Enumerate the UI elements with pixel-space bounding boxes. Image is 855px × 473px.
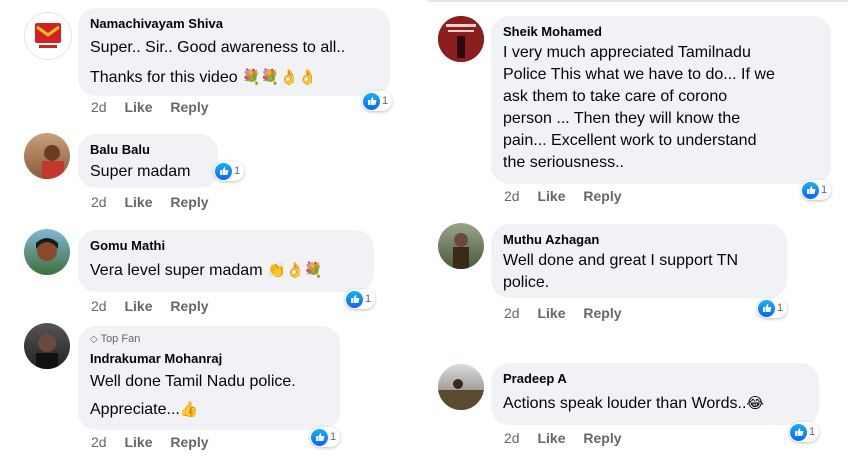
avatar[interactable] <box>438 16 484 62</box>
comment-time[interactable]: 2d <box>91 194 107 210</box>
person-photo-icon <box>36 334 58 369</box>
like-button[interactable]: Like <box>537 305 565 321</box>
like-button[interactable]: Like <box>124 434 152 450</box>
avatar[interactable] <box>24 12 72 60</box>
comment-bubble: Namachivayam Shiva Super.. Sir.. Good aw… <box>78 8 390 96</box>
comment-text-line: person ... Then they will know the <box>503 110 741 127</box>
like-button[interactable]: Like <box>124 99 152 115</box>
comment-text: Vera level super madam 👏👌💐 <box>90 261 324 279</box>
comment-text-line: Super.. Sir.. Good awareness to all.. <box>90 39 346 56</box>
comment-text-line: Thanks for this video 💐💐👌👌 <box>90 68 317 86</box>
bouquet-icon: 💐 <box>260 68 280 86</box>
like-reaction-icon <box>802 181 819 199</box>
india-post-logo-icon <box>35 23 61 48</box>
comment-time[interactable]: 2d <box>504 305 520 321</box>
comment-text-line: police. <box>503 274 550 291</box>
like-reaction-icon <box>790 423 807 441</box>
comment-bubble: ◇ Top Fan Indrakumar Mohanraj Well done … <box>78 326 340 430</box>
comment-text-line: ask them to take care of corono <box>503 88 728 105</box>
person-photo-icon <box>453 233 469 269</box>
commenter-name[interactable]: Pradeep A <box>503 370 807 387</box>
comment-text-line: Well done Tamil Nadu police. <box>90 373 296 390</box>
comment-bubble: Balu Balu Super madam <box>78 134 218 188</box>
thumbs-up-icon: 👍 <box>179 400 199 418</box>
comment-bubble: Pradeep A Actions speak louder than Word… <box>491 363 819 425</box>
person-photo-icon <box>36 238 58 261</box>
like-reaction-icon <box>346 290 363 308</box>
comment-actions: 2d Like Reply <box>91 298 223 314</box>
comment-actions: 2d Like Reply <box>91 194 223 210</box>
like-reaction-icon <box>363 92 380 110</box>
comment-bubble: Muthu Azhagan Well done and great I supp… <box>491 224 787 298</box>
avatar[interactable] <box>438 223 484 269</box>
comment-time[interactable]: 2d <box>91 434 107 450</box>
commenter-name[interactable]: Indrakumar Mohanraj <box>90 350 328 367</box>
reaction-count[interactable]: 1 <box>345 289 376 309</box>
diamond-icon: ◇ <box>90 334 98 345</box>
avatar[interactable] <box>24 133 70 179</box>
ok-hand-icon: 👌 <box>285 261 305 279</box>
person-photo-icon <box>438 379 484 410</box>
avatar[interactable] <box>24 323 70 369</box>
commenter-name[interactable]: Namachivayam Shiva <box>90 15 378 32</box>
reaction-count[interactable]: 1 <box>801 180 832 200</box>
like-reaction-icon <box>758 299 775 317</box>
commenter-name[interactable]: Balu Balu <box>90 141 206 158</box>
clapping-hands-icon: 👏 <box>266 261 286 279</box>
ok-hand-icon: 👌 <box>279 68 299 86</box>
top-fan-badge: ◇ Top Fan <box>90 333 141 345</box>
bouquet-icon: 💐 <box>242 68 261 86</box>
commenter-name[interactable]: Gomu Mathi <box>90 237 362 254</box>
bouquet-icon: 💐 <box>304 261 324 279</box>
reply-button[interactable]: Reply <box>583 188 621 204</box>
reaction-count[interactable]: 1 <box>310 427 341 447</box>
comment-text-line: I very much appreciated Tamilnadu <box>503 44 751 61</box>
comment-actions: 2d Like Reply <box>504 188 636 204</box>
comment-bubble: Sheik Mohamed I very much appreciated Ta… <box>491 16 831 184</box>
comment-text: Actions speak louder than Words..😂 <box>503 394 764 412</box>
like-button[interactable]: Like <box>124 194 152 210</box>
avatar[interactable] <box>438 364 484 410</box>
comment-time[interactable]: 2d <box>91 298 107 314</box>
reply-button[interactable]: Reply <box>170 298 208 314</box>
reply-button[interactable]: Reply <box>583 305 621 321</box>
reaction-count[interactable]: 1 <box>214 161 245 181</box>
top-divider <box>428 0 848 2</box>
reply-button[interactable]: Reply <box>170 194 208 210</box>
person-photo-icon <box>42 145 64 179</box>
reaction-count[interactable]: 1 <box>757 298 788 318</box>
like-button[interactable]: Like <box>124 298 152 314</box>
laughing-tears-icon: 😂 <box>746 394 764 412</box>
reply-button[interactable]: Reply <box>170 99 208 115</box>
like-reaction-icon <box>311 428 328 446</box>
avatar[interactable] <box>24 229 70 275</box>
comment-text-line: Appreciate...👍 <box>90 400 199 418</box>
reaction-count[interactable]: 1 <box>789 422 820 442</box>
comment-time[interactable]: 2d <box>91 99 107 115</box>
reply-button[interactable]: Reply <box>583 430 621 446</box>
comment-text-line: the seriousness.. <box>503 154 624 171</box>
comment-actions: 2d Like Reply <box>91 434 223 450</box>
comment-time[interactable]: 2d <box>504 430 520 446</box>
comment-actions: 2d Like Reply <box>504 305 636 321</box>
comment-text-line: Police This what we have to do... If we <box>503 66 775 83</box>
comment-text-line: pain... Excellent work to understand <box>503 132 757 149</box>
comment-actions: 2d Like Reply <box>504 430 636 446</box>
comment-actions: 2d Like Reply <box>91 99 223 115</box>
like-reaction-icon <box>215 162 232 180</box>
poster-avatar-icon <box>438 16 484 62</box>
ok-hand-icon: 👌 <box>298 68 317 86</box>
comment-text-line: Well done and great I support TN <box>503 252 739 269</box>
commenter-name[interactable]: Muthu Azhagan <box>503 231 775 248</box>
comment-time[interactable]: 2d <box>504 188 520 204</box>
like-button[interactable]: Like <box>537 430 565 446</box>
like-button[interactable]: Like <box>537 188 565 204</box>
reply-button[interactable]: Reply <box>170 434 208 450</box>
comment-bubble: Gomu Mathi Vera level super madam 👏👌💐 <box>78 230 374 292</box>
comment-text: Super madam <box>90 163 191 180</box>
reaction-count[interactable]: 1 <box>362 91 393 111</box>
commenter-name[interactable]: Sheik Mohamed <box>503 23 819 40</box>
